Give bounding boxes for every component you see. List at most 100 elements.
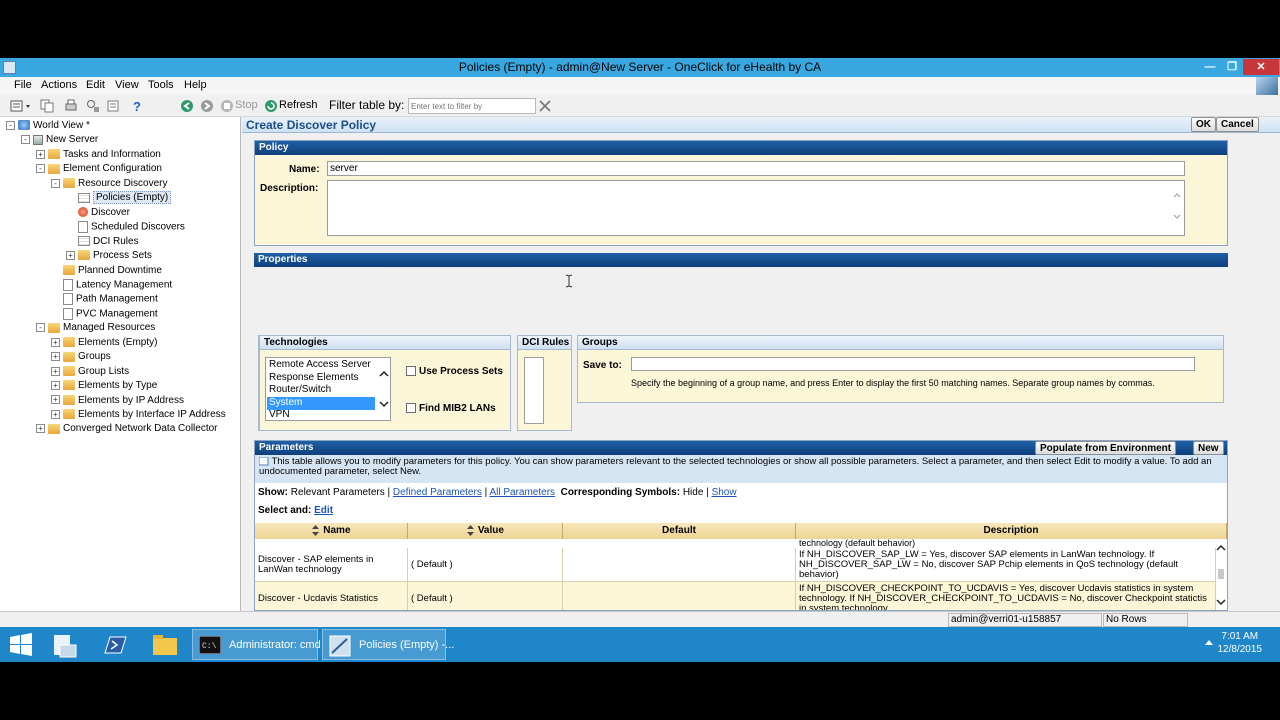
- expand-icon[interactable]: +: [51, 352, 60, 362]
- show-symbols-link[interactable]: Show: [712, 487, 737, 498]
- menu-help[interactable]: Help: [184, 79, 207, 91]
- expand-icon[interactable]: +: [36, 424, 45, 434]
- back-arrow-icon[interactable]: [180, 99, 194, 113]
- menu-edit[interactable]: Edit: [86, 79, 105, 91]
- cancel-button[interactable]: Cancel: [1216, 117, 1259, 132]
- start-button-icon[interactable]: [6, 629, 36, 660]
- filter-input[interactable]: [408, 98, 536, 114]
- column-header-description[interactable]: Description: [796, 523, 1227, 539]
- technology-option[interactable]: VPN: [267, 409, 375, 422]
- tree-item[interactable]: + Tasks and Information: [36, 149, 161, 163]
- system-clock[interactable]: 7:01 AM 12/8/2015: [1218, 630, 1263, 656]
- table-scrollbar[interactable]: [1215, 543, 1227, 609]
- stop-icon[interactable]: [220, 99, 234, 113]
- table-cell-desc[interactable]: If NH_DISCOVER_SAP_LW = Yes, discover SA…: [796, 548, 1216, 582]
- name-input[interactable]: server: [327, 161, 1185, 176]
- textarea-scroll-icon[interactable]: [1172, 191, 1182, 221]
- tree-item[interactable]: - World View *: [6, 120, 90, 134]
- table-cell-desc[interactable]: If NH_DISCOVER_CHECKPOINT_TO_UCDAVIS = Y…: [796, 582, 1216, 610]
- tree-item[interactable]: Discover: [66, 207, 130, 221]
- all-parameters-link[interactable]: All Parameters: [489, 487, 555, 498]
- help-icon[interactable]: ?: [130, 99, 144, 113]
- technology-option[interactable]: Router/Switch: [267, 384, 375, 397]
- technology-option[interactable]: System: [267, 396, 375, 410]
- populate-from-environment-button[interactable]: Populate from Environment: [1035, 441, 1177, 455]
- tree-item[interactable]: - Managed Resources: [36, 322, 155, 336]
- refresh-icon[interactable]: [264, 99, 278, 113]
- defined-parameters-link[interactable]: Defined Parameters: [393, 487, 482, 498]
- table-cell-name[interactable]: Discover - Ucdavis Statistics: [255, 582, 408, 610]
- expand-icon[interactable]: +: [36, 149, 45, 159]
- view-options-icon[interactable]: [10, 99, 34, 113]
- new-parameter-button[interactable]: New: [1193, 441, 1224, 455]
- tree-item[interactable]: + Groups: [51, 351, 111, 365]
- dci-rules-list[interactable]: [524, 357, 544, 424]
- technology-option[interactable]: Remote Access Server: [267, 359, 375, 372]
- tree-item[interactable]: + Elements (Empty): [51, 337, 157, 351]
- expand-icon[interactable]: +: [51, 380, 60, 390]
- find-icon[interactable]: [86, 99, 100, 113]
- table-cell-value[interactable]: ( Default ): [408, 548, 563, 582]
- list-scroll-icon[interactable]: [379, 370, 389, 410]
- tree-item[interactable]: PVC Management: [51, 307, 158, 322]
- technologies-list[interactable]: Remote Access Server Response Elements Rou…: [265, 357, 391, 421]
- tree-item[interactable]: Path Management: [51, 293, 158, 307]
- tree-item[interactable]: + Converged Network Data Collector: [36, 423, 218, 437]
- expand-icon[interactable]: +: [51, 395, 60, 405]
- menu-file[interactable]: File: [14, 79, 32, 91]
- clear-filter-icon[interactable]: [538, 99, 552, 113]
- collapse-icon[interactable]: -: [21, 135, 30, 145]
- tree-item[interactable]: + Elements by Type: [51, 380, 157, 394]
- expand-icon[interactable]: +: [51, 366, 60, 376]
- expand-icon[interactable]: +: [66, 250, 75, 260]
- tree-item[interactable]: Latency Management: [51, 278, 172, 293]
- taskbar-cmd-window[interactable]: C:\ Administrator: cmd: [192, 629, 321, 660]
- tree-item[interactable]: - Resource Discovery: [51, 178, 167, 192]
- close-button[interactable]: ✕: [1243, 59, 1279, 75]
- minimize-button[interactable]: —: [1199, 59, 1221, 75]
- table-cell-default[interactable]: [563, 548, 796, 582]
- forward-arrow-icon[interactable]: [200, 99, 214, 113]
- table-cell-name[interactable]: Discover - SAP elements in LanWan techno…: [255, 548, 408, 582]
- expand-icon[interactable]: +: [51, 337, 60, 347]
- powershell-icon[interactable]: [100, 629, 130, 660]
- tree-item[interactable]: + Elements by IP Address: [51, 395, 184, 409]
- description-textarea[interactable]: [327, 180, 1185, 236]
- tray-chevron-up-icon[interactable]: [1205, 639, 1213, 645]
- expand-icon[interactable]: +: [51, 409, 60, 419]
- tree-item[interactable]: + Process Sets: [66, 250, 152, 264]
- collapse-icon[interactable]: -: [51, 178, 60, 188]
- tree-item[interactable]: Scheduled Discovers: [66, 221, 185, 235]
- parameters-table[interactable]: Name Value Default Description technolog…: [255, 523, 1227, 610]
- window-title-bar[interactable]: Policies (Empty) - admin@New Server - On…: [0, 58, 1280, 77]
- taskbar-oneclick-window[interactable]: Policies (Empty) -...: [322, 629, 454, 660]
- refresh-button[interactable]: Refresh: [279, 99, 318, 111]
- technology-option[interactable]: Response Elements: [267, 372, 375, 385]
- collapse-icon[interactable]: -: [36, 164, 45, 174]
- print-icon[interactable]: [64, 99, 78, 113]
- column-header-default[interactable]: Default: [563, 523, 796, 539]
- use-process-sets-checkbox[interactable]: [406, 366, 416, 376]
- collapse-icon[interactable]: -: [36, 323, 45, 333]
- column-header-name[interactable]: Name: [255, 523, 408, 539]
- column-header-value[interactable]: Value: [408, 523, 563, 539]
- menu-view[interactable]: View: [115, 79, 139, 91]
- tree-item[interactable]: + Group Lists: [51, 366, 129, 380]
- find-mib2-checkbox[interactable]: [406, 403, 416, 413]
- tree-item[interactable]: + Elements by Interface IP Address: [51, 409, 226, 423]
- menu-actions[interactable]: Actions: [41, 79, 77, 91]
- table-cell-default[interactable]: [563, 582, 796, 610]
- save-to-input[interactable]: [631, 357, 1195, 371]
- collapse-icon[interactable]: -: [6, 120, 15, 130]
- tree-item[interactable]: DCI Rules: [66, 236, 139, 250]
- maximize-button[interactable]: ❐: [1221, 59, 1243, 75]
- tree-item[interactable]: - New Server: [21, 134, 98, 148]
- server-manager-icon[interactable]: [50, 629, 80, 660]
- ok-button[interactable]: OK: [1191, 117, 1216, 132]
- copy-icon[interactable]: [40, 99, 54, 113]
- tree-item[interactable]: - Element Configuration: [36, 163, 162, 177]
- menu-tools[interactable]: Tools: [148, 79, 174, 91]
- table-cell-value[interactable]: ( Default ): [408, 582, 563, 610]
- stop-button[interactable]: Stop: [235, 99, 258, 111]
- file-explorer-icon[interactable]: [150, 629, 180, 660]
